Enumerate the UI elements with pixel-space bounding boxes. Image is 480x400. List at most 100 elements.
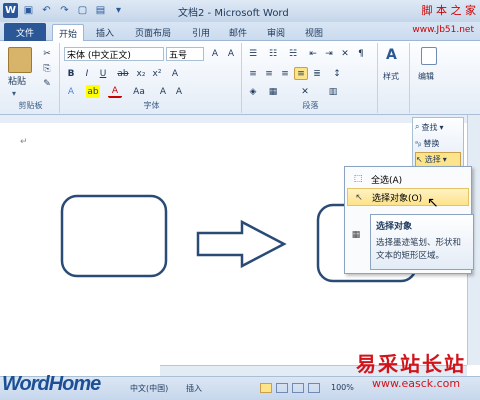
paste-icon[interactable]	[8, 47, 32, 73]
multilevel-list-icon[interactable]: ☵	[286, 47, 300, 60]
decrease-indent-icon[interactable]: ⇤	[306, 47, 320, 60]
paste-dropdown-icon[interactable]: ▾	[12, 89, 16, 98]
shading-icon[interactable]: ◈	[246, 85, 260, 98]
quick-access-toolbar: W ▣ ↶ ↷ ▢ ▤ ▾	[3, 3, 126, 18]
italic-icon[interactable]: I	[80, 67, 94, 80]
align-center-icon[interactable]: ≡	[262, 67, 276, 80]
font-name-combo[interactable]: 宋体 (中文正文)	[64, 47, 164, 61]
font-group-label: 字体	[143, 101, 160, 110]
tooltip: 选择对象 选择墨迹笔划、形状和文本的矩形区域。	[370, 214, 474, 270]
copy-icon[interactable]: ⎘	[40, 62, 54, 75]
borders-icon[interactable]: ▦	[266, 85, 280, 98]
justify-icon[interactable]: ≡	[294, 67, 308, 80]
char-shading-icon[interactable]: A	[156, 85, 170, 98]
grow-font-icon[interactable]: A	[208, 47, 222, 60]
reading-view-icon[interactable]	[276, 383, 288, 393]
paragraph-group-label: 段落	[302, 101, 319, 110]
change-case-icon[interactable]: Aa	[132, 85, 146, 98]
status-insert-mode[interactable]: 插入	[186, 383, 202, 394]
bullets-icon[interactable]: ☰	[246, 47, 260, 60]
rounded-rectangle-shape[interactable]	[60, 194, 168, 278]
char-border-icon[interactable]: A	[172, 85, 186, 98]
underline-icon[interactable]: U	[96, 67, 110, 80]
select-all-icon: ⬚	[353, 174, 363, 184]
right-arrow-shape[interactable]	[196, 219, 287, 269]
clear-format-icon[interactable]: A	[168, 67, 182, 80]
show-marks-icon[interactable]: ¶	[354, 47, 368, 60]
distributed-icon[interactable]: ≣	[310, 67, 324, 80]
group-styles: A 样式	[380, 43, 410, 113]
styles-button[interactable]: 样式	[383, 71, 399, 82]
align-right-icon[interactable]: ≡	[278, 67, 292, 80]
menu-item-select-all[interactable]: ⬚ 全选(A)	[347, 170, 469, 188]
tab-references[interactable]: 引用	[186, 24, 216, 41]
align-left-icon[interactable]: ≡	[246, 67, 260, 80]
chinese-layout-icon[interactable]: ▥	[326, 85, 340, 98]
sort-icon[interactable]: ✕	[298, 85, 312, 98]
word-app-icon[interactable]: W	[3, 3, 18, 18]
window-title: 文档2 - Microsoft Word	[178, 8, 289, 19]
text-effects-icon[interactable]: A	[64, 85, 78, 98]
print-layout-view-icon[interactable]	[260, 383, 272, 393]
binoculars-icon[interactable]	[421, 47, 437, 65]
numbering-icon[interactable]: ☷	[266, 47, 280, 60]
increase-indent-icon[interactable]: ⇥	[322, 47, 336, 60]
tab-review[interactable]: 审阅	[261, 24, 291, 41]
customize-toolbar-icon[interactable]: ▾	[111, 3, 126, 18]
redo-icon[interactable]: ↷	[57, 3, 72, 18]
zoom-level[interactable]: 100%	[331, 383, 354, 392]
tab-file[interactable]: 文件	[4, 23, 46, 41]
superscript-icon[interactable]: x²	[150, 67, 164, 80]
watermark-jb51-url: www.Jb51.net	[412, 25, 474, 35]
replace-label: 替换	[423, 138, 440, 148]
asian-layout-icon[interactable]: ✕	[338, 47, 352, 60]
styles-icon[interactable]: A	[386, 47, 404, 67]
tab-insert[interactable]: 插入	[90, 24, 120, 41]
tab-home[interactable]: 开始	[52, 24, 85, 41]
select-button[interactable]: ↖ 选择 ▾	[415, 152, 461, 167]
new-document-icon[interactable]: ▢	[75, 3, 90, 18]
cut-icon[interactable]: ✂	[40, 47, 54, 60]
select-label: 选择	[424, 155, 441, 164]
group-font: 宋体 (中文正文) 五号 A A B I U ab x₂ x² A A ab A…	[62, 43, 242, 113]
paste-button[interactable]: 粘贴	[8, 74, 26, 87]
group-paragraph: ☰ ☷ ☵ ⇤ ⇥ ✕ ¶ ≡ ≡ ≡ ≡ ≣ ↕ ◈ ▦ ✕ ▥ 段落	[244, 43, 378, 113]
clipboard-group-label: 剪贴板	[18, 101, 43, 110]
select-objects-label: 选择对象(O)	[372, 193, 423, 204]
subscript-icon[interactable]: x₂	[134, 67, 148, 80]
select-dropdown-icon: ▾	[442, 155, 447, 164]
font-color-icon[interactable]: A	[108, 85, 122, 98]
watermark-easck-title: 易采站长站	[356, 352, 466, 376]
editing-button[interactable]: 编辑	[418, 71, 434, 82]
undo-icon[interactable]: ↶	[39, 3, 54, 18]
horizontal-ruler	[0, 115, 470, 123]
selection-pane-icon[interactable]: ▦	[350, 229, 362, 241]
outline-view-icon[interactable]	[308, 383, 320, 393]
find-button[interactable]: ⌕ 查找 ▾	[415, 120, 461, 134]
tab-page-layout[interactable]: 页面布局	[129, 24, 177, 41]
line-spacing-icon[interactable]: ↕	[330, 67, 344, 80]
highlight-icon[interactable]: ab	[86, 85, 100, 98]
shrink-font-icon[interactable]: A	[224, 47, 238, 60]
status-language[interactable]: 中文(中国)	[130, 383, 168, 394]
save-icon[interactable]: ▣	[21, 3, 36, 18]
bold-icon[interactable]: B	[64, 67, 78, 80]
web-layout-view-icon[interactable]	[292, 383, 304, 393]
replace-button[interactable]: ᵃᵦ 替换	[415, 136, 461, 150]
pointer-icon: ↖	[355, 193, 363, 203]
open-folder-icon[interactable]: ▤	[93, 3, 108, 18]
font-size-combo[interactable]: 五号	[166, 47, 204, 61]
wordhome-logo: WordHome	[2, 373, 101, 395]
strikethrough-icon[interactable]: ab	[116, 67, 130, 80]
format-painter-icon[interactable]: ✎	[40, 77, 54, 90]
menu-item-select-objects[interactable]: ↖ 选择对象(O)	[347, 188, 469, 206]
watermark-jb51-title: 脚 本 之 家	[421, 4, 477, 17]
find-icon: ⌕	[415, 122, 420, 131]
watermark-easck-url: www.easck.com	[372, 377, 461, 390]
replace-icon: ᵃᵦ	[415, 138, 422, 148]
tab-view[interactable]: 视图	[299, 24, 329, 41]
tab-mailings[interactable]: 邮件	[223, 24, 253, 41]
group-editing: 编辑	[412, 43, 446, 113]
editing-panel: ⌕ 查找 ▾ ᵃᵦ 替换 ↖ 选择 ▾	[412, 117, 464, 169]
find-dropdown-icon: ▾	[439, 122, 444, 132]
